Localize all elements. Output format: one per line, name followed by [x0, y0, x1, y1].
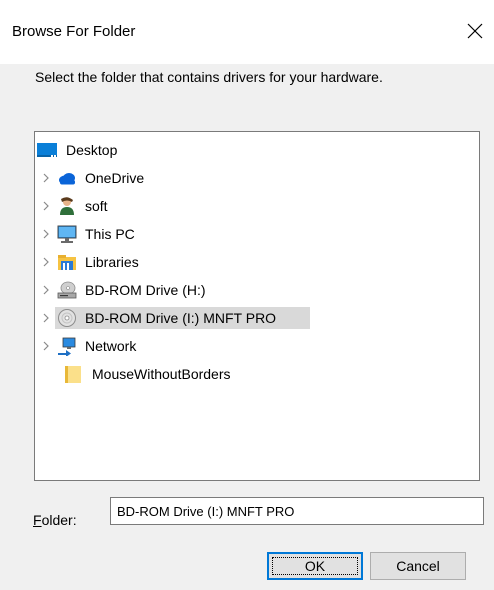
tree-item-label: Libraries [85, 254, 139, 270]
close-icon [467, 23, 483, 39]
tree-item-label: soft [85, 198, 108, 214]
folder-label-rest: older: [41, 512, 77, 528]
cancel-button[interactable]: Cancel [370, 552, 466, 580]
tree-item-bd-rom-h[interactable]: BD-ROM Drive (H:) [35, 277, 479, 303]
tree-item-this-pc[interactable]: This PC [35, 221, 479, 247]
tree-item-libraries[interactable]: Libraries [35, 249, 479, 275]
folder-label-accelerator: F [33, 512, 42, 528]
tree-item-mousewithoutborders[interactable]: MouseWithoutBorders [35, 361, 479, 387]
cloud-icon [59, 173, 75, 185]
tree-item-onedrive[interactable]: OneDrive [35, 165, 479, 191]
tree-item-label: BD-ROM Drive (H:) [85, 282, 206, 298]
network-icon [58, 337, 76, 356]
window-title: Browse For Folder [12, 23, 136, 40]
cancel-label: Cancel [396, 558, 440, 574]
tree-item-label: MouseWithoutBorders [92, 366, 231, 382]
chevron-right-icon[interactable] [41, 201, 51, 211]
chevron-right-icon[interactable] [41, 229, 51, 239]
tree-item-label: Network [85, 338, 137, 354]
ok-button[interactable]: OK [267, 552, 363, 580]
tree-item-label: OneDrive [85, 170, 145, 186]
desktop-icon [37, 143, 57, 157]
tree-item-soft[interactable]: soft [35, 193, 479, 219]
chevron-right-icon[interactable] [41, 285, 51, 295]
close-button[interactable] [458, 14, 492, 48]
browse-folder-dialog: Browse For Folder Select the folder that… [0, 0, 494, 590]
folder-tree[interactable]: Desktop OneDrive soft This PC Libraries … [34, 131, 480, 481]
optical-drive-icon [57, 281, 77, 299]
tree-item-label: This PC [85, 226, 135, 242]
disc-icon [58, 309, 76, 327]
chevron-right-icon[interactable] [41, 173, 51, 183]
tree-item-label: BD-ROM Drive (I:) MNFT PRO [85, 310, 277, 326]
title-bar: Browse For Folder [0, 0, 494, 64]
folder-label: Folder: [33, 510, 77, 530]
tree-item-label: Desktop [66, 142, 118, 158]
folder-icon [65, 366, 81, 383]
folder-input[interactable] [110, 497, 484, 525]
tree-item-desktop[interactable]: Desktop [35, 137, 479, 163]
chevron-right-icon[interactable] [41, 341, 51, 351]
tree-item-network[interactable]: Network [35, 333, 479, 359]
computer-icon [57, 225, 77, 243]
ok-label: OK [304, 558, 326, 574]
libraries-icon [58, 255, 76, 270]
tree-item-bd-rom-i[interactable]: BD-ROM Drive (I:) MNFT PRO [35, 305, 479, 331]
chevron-right-icon[interactable] [41, 313, 51, 323]
user-icon [60, 197, 74, 215]
instruction-text: Select the folder that contains drivers … [35, 69, 383, 85]
chevron-right-icon[interactable] [41, 257, 51, 267]
